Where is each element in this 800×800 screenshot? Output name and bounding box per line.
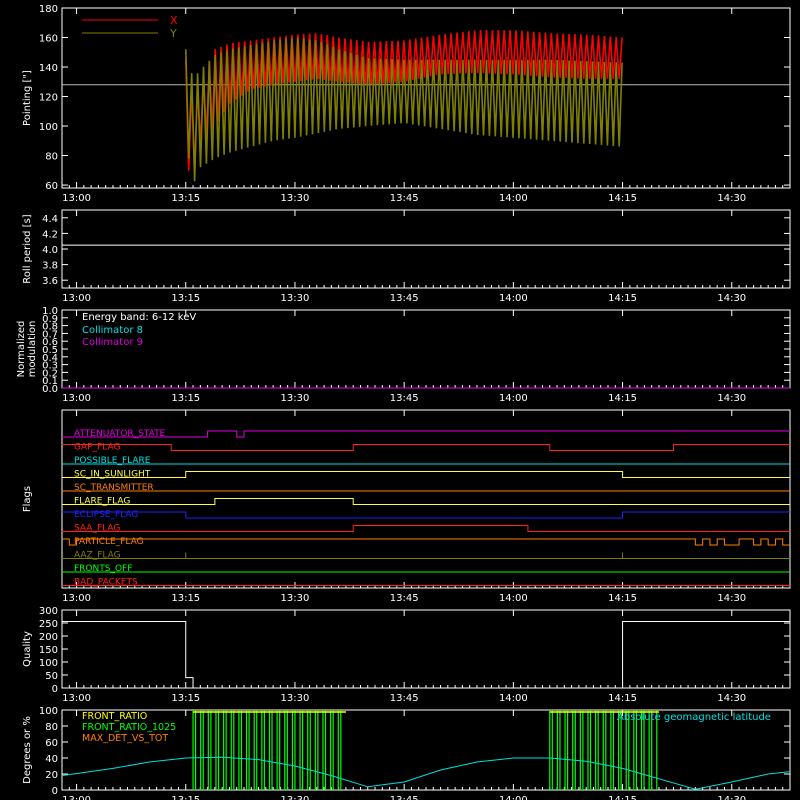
x-tick-label: 13:15 — [171, 393, 200, 404]
x-tick-label: 13:00 — [62, 593, 91, 604]
flag-label-sc-transmitter: SC_TRANSMITTER — [74, 483, 154, 493]
y-tick-label: 0 — [52, 684, 58, 695]
x-tick-label: 13:30 — [281, 193, 310, 204]
legend-label-geomagnetic-latitude: Absolute geomagnetic latitude — [617, 712, 771, 723]
x-tick-label: 13:45 — [390, 193, 419, 204]
y-tick-label: 100 — [39, 658, 58, 669]
y-tick-label: 3.8 — [42, 261, 58, 272]
y-tick-label: 4.4 — [42, 214, 58, 225]
y-axis-label: Pointing ["] — [22, 70, 33, 126]
x-tick-label: 13:15 — [171, 693, 200, 704]
x-tick-label: 14:30 — [717, 393, 746, 404]
x-tick-label: 13:45 — [390, 693, 419, 704]
x-tick-label: 13:00 — [62, 293, 91, 304]
x-tick-label: 14:15 — [608, 795, 637, 800]
x-tick-label: 13:00 — [62, 795, 91, 800]
y-tick-label: 180 — [39, 4, 58, 15]
y-tick-label: 4.2 — [42, 229, 58, 240]
x-tick-label: 14:00 — [499, 193, 528, 204]
y-tick-label: 50 — [45, 671, 58, 682]
x-tick-label: 13:30 — [281, 593, 310, 604]
flag-label-sc-in-sunlight: SC_IN_SUNLIGHT — [74, 470, 151, 480]
y-tick-label: 160 — [39, 34, 58, 45]
legend-label-x: X — [170, 14, 178, 27]
flag-label-aaz-flag: AAZ_FLAG — [74, 551, 121, 561]
y-tick-label: 100 — [39, 706, 58, 717]
x-tick-label: 14:00 — [499, 593, 528, 604]
y-tick-label: 60 — [45, 738, 58, 749]
x-tick-label: 13:00 — [62, 193, 91, 204]
x-tick-label: 14:15 — [608, 193, 637, 204]
x-tick-label: 13:45 — [390, 593, 419, 604]
x-tick-label: 14:00 — [499, 693, 528, 704]
y-axis-label: Quality — [22, 631, 33, 667]
flag-label-attenuator-state: ATTENUATOR_STATE — [74, 429, 166, 439]
x-tick-label: 13:15 — [171, 293, 200, 304]
y-tick-label: 200 — [39, 632, 58, 643]
x-tick-label: 13:00 — [62, 393, 91, 404]
x-tick-label: 14:15 — [608, 393, 637, 404]
flag-label-bad-packets: BAD_PACKETS — [74, 578, 138, 588]
x-tick-label: 14:00 — [499, 393, 528, 404]
y-axis-label: Degrees or % — [22, 716, 33, 784]
legend-label-max-det-vs-tot: MAX_DET_VS_TOT — [82, 733, 168, 744]
x-tick-label: 14:15 — [608, 293, 637, 304]
y-axis-label: Flags — [22, 486, 33, 512]
x-tick-label: 14:15 — [608, 593, 637, 604]
x-tick-label: 13:15 — [171, 193, 200, 204]
legend-label-front-ratio-1025: FRONT_RATIO_1025 — [82, 722, 176, 733]
x-tick-label: 14:30 — [717, 593, 746, 604]
x-tick-label: 14:00 — [499, 293, 528, 304]
y-tick-label: 80 — [45, 152, 58, 163]
x-tick-label: 13:15 — [171, 795, 200, 800]
x-tick-label: 14:30 — [717, 795, 746, 800]
y-tick-label: 60 — [45, 181, 58, 192]
flag-label-fronts-off: FRONTS_OFF — [74, 564, 132, 574]
y-axis-label: Roll period [s] — [22, 214, 33, 283]
y-tick-label: 100 — [39, 122, 58, 133]
x-tick-label: 13:30 — [281, 393, 310, 404]
y-tick-label: 300 — [39, 606, 58, 617]
x-tick-label: 14:15 — [608, 693, 637, 704]
flag-label-saa-flag: SAA_FLAG — [74, 524, 120, 534]
x-tick-label: 14:30 — [717, 293, 746, 304]
flag-label-particle-flag: PARTICLE_FLAG — [74, 537, 144, 547]
y-tick-label: 1.0 — [42, 306, 58, 317]
y-tick-label: 140 — [39, 63, 58, 74]
energy-band-annotation: Energy band: 6-12 keV — [82, 312, 196, 323]
legend-label-y: Y — [169, 27, 177, 40]
y-tick-label: 80 — [45, 722, 58, 733]
flag-label-gap-flag: GAP_FLAG — [74, 443, 120, 453]
x-tick-label: 13:30 — [281, 293, 310, 304]
x-tick-label: 13:15 — [171, 593, 200, 604]
y-tick-label: 120 — [39, 93, 58, 104]
y-tick-label: 0 — [52, 786, 58, 797]
x-tick-label: 14:30 — [717, 693, 746, 704]
flag-label-eclipse-flag: ECLIPSE_FLAG — [74, 510, 138, 520]
legend-label-front-ratio: FRONT_RATIO — [82, 711, 147, 722]
x-tick-label: 14:00 — [499, 795, 528, 800]
x-tick-label: 13:45 — [390, 795, 419, 800]
x-tick-label: 14:30 — [717, 193, 746, 204]
y-axis-label: Normalizedmodulation — [16, 321, 38, 378]
rhessi-quicklook-figure: 13:00 13:15 13:30 13:45 14:00 14:15 14:30 60 80 1… — [0, 0, 800, 800]
y-tick-label: 4.0 — [42, 245, 58, 256]
flag-label-flare-flag: FLARE_FLAG — [74, 497, 130, 507]
y-tick-label: 250 — [39, 619, 58, 630]
y-tick-label: 40 — [45, 754, 58, 765]
x-tick-label: 13:30 — [281, 693, 310, 704]
legend-label-collimator-9: Collimator 9 — [82, 337, 143, 348]
x-tick-label: 13:45 — [390, 293, 419, 304]
flag-label-possible-flare: POSSIBLE_FLARE — [74, 456, 151, 466]
legend-label-collimator-8: Collimator 8 — [82, 325, 143, 336]
x-tick-label: 13:30 — [281, 795, 310, 800]
x-tick-label: 13:45 — [390, 393, 419, 404]
x-tick-label: 13:00 — [62, 693, 91, 704]
y-tick-label: 20 — [45, 770, 58, 781]
y-tick-label: 150 — [39, 645, 58, 656]
y-tick-label: 3.6 — [42, 276, 58, 287]
